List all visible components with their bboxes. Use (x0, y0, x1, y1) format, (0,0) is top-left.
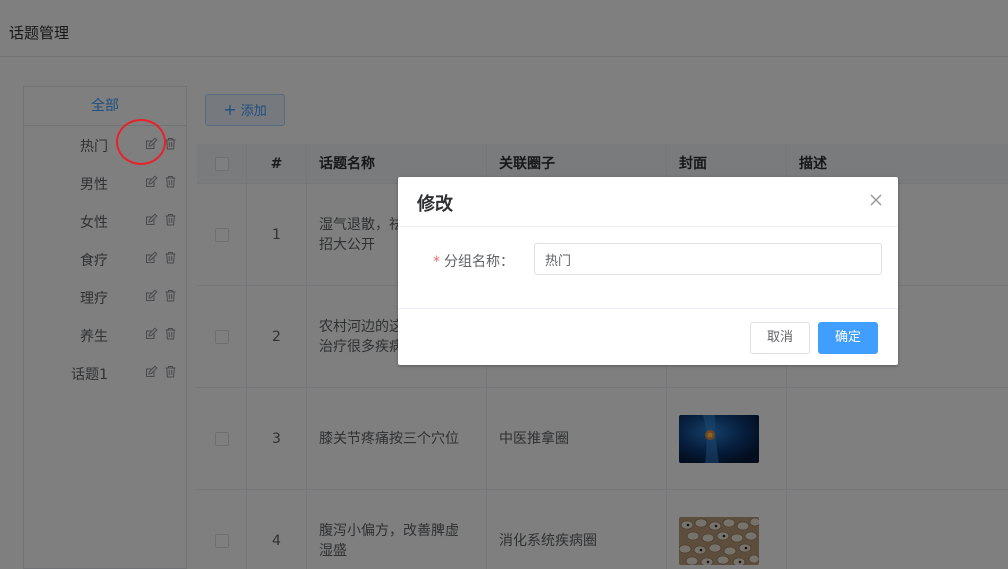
annotation-circle (116, 119, 166, 165)
edit-group-dialog: 修改 *分组名称： 取消 确定 (398, 177, 898, 365)
group-name-label: * 分组名称： (433, 251, 514, 271)
dialog-body: * 分组名称： (398, 227, 898, 309)
dialog-header: 修改 (398, 177, 898, 227)
cancel-button[interactable]: 取消 (750, 322, 810, 354)
group-name-label-text: 分组名称： (444, 254, 514, 270)
group-name-input[interactable] (534, 243, 882, 275)
dialog-title: 修改 (417, 194, 453, 215)
confirm-button[interactable]: 确定 (818, 322, 878, 354)
close-icon[interactable] (870, 193, 882, 209)
required-asterisk: * (433, 254, 440, 270)
